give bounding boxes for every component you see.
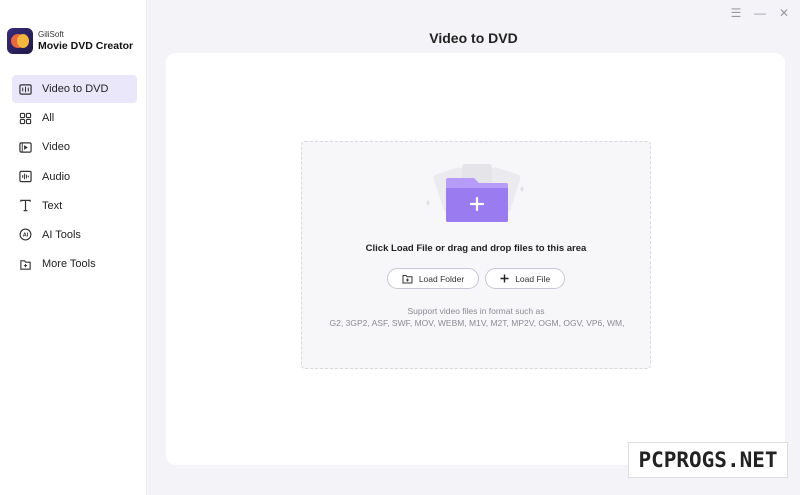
sidebar-item-label: Video to DVD [42, 83, 109, 95]
sidebar-item-all[interactable]: All [12, 104, 137, 132]
brand-product-name: Movie DVD Creator [38, 39, 134, 52]
sidebar: GiliSoft Movie DVD Creator Video to DVD … [0, 0, 147, 495]
brand-company: GiliSoft [38, 29, 64, 39]
drop-instructions: Click Load File or drag and drop files t… [365, 243, 587, 254]
svg-text:AI: AI [23, 233, 29, 239]
sidebar-nav: Video to DVD All Video Audio Text AI AI … [12, 75, 137, 279]
watermark-logo: PCPROGS.NET [628, 442, 788, 478]
sidebar-item-label: Audio [42, 170, 71, 183]
page-title: Video to DVD [429, 30, 518, 46]
window-controls: ☰ — ✕ [730, 6, 790, 20]
sidebar-item-more-tools[interactable]: More Tools [12, 250, 137, 278]
sidebar-item-label: Text [42, 199, 63, 212]
plus-icon [500, 274, 509, 283]
sidebar-item-label: More Tools [42, 258, 96, 271]
sidebar-item-label: Video [42, 141, 70, 154]
close-icon[interactable]: ✕ [778, 6, 790, 20]
folder-add-icon [402, 274, 413, 284]
supported-formats-caption: Support video files in format such as [407, 306, 545, 316]
file-drop-area[interactable]: Click Load File or drag and drop files t… [301, 141, 651, 369]
ai-icon: AI [19, 228, 32, 241]
sidebar-item-text[interactable]: Text [12, 192, 137, 220]
app-logo-icon [7, 28, 33, 54]
audio-icon [19, 170, 32, 183]
sidebar-item-label: All [42, 112, 55, 125]
load-buttons: Load Folder Load File [302, 268, 650, 289]
video-to-dvd-icon [19, 83, 32, 96]
minimize-icon[interactable]: — [754, 6, 766, 20]
load-folder-label: Load Folder [418, 273, 465, 284]
sidebar-item-label: AI Tools [42, 228, 81, 241]
add-folder-icon [426, 164, 524, 222]
load-file-button[interactable]: Load File [485, 268, 566, 289]
sidebar-item-video[interactable]: Video [12, 133, 137, 161]
load-folder-button[interactable]: Load Folder [386, 268, 480, 289]
load-file-label: Load File [515, 273, 551, 284]
video-icon [19, 141, 32, 154]
grid-icon [19, 112, 32, 125]
sidebar-item-ai-tools[interactable]: AI AI Tools [12, 221, 137, 249]
more-tools-icon [19, 258, 32, 271]
app-brand: GiliSoft Movie DVD Creator [7, 28, 133, 54]
sidebar-item-audio[interactable]: Audio [12, 163, 137, 191]
supported-formats-list: G2, 3GP2, ASF, SWF, MOV, WEBM, M1V, M2T,… [329, 318, 625, 328]
text-icon [19, 199, 32, 212]
sidebar-item-video-to-dvd[interactable]: Video to DVD [12, 75, 137, 103]
menu-icon[interactable]: ☰ [730, 6, 742, 20]
